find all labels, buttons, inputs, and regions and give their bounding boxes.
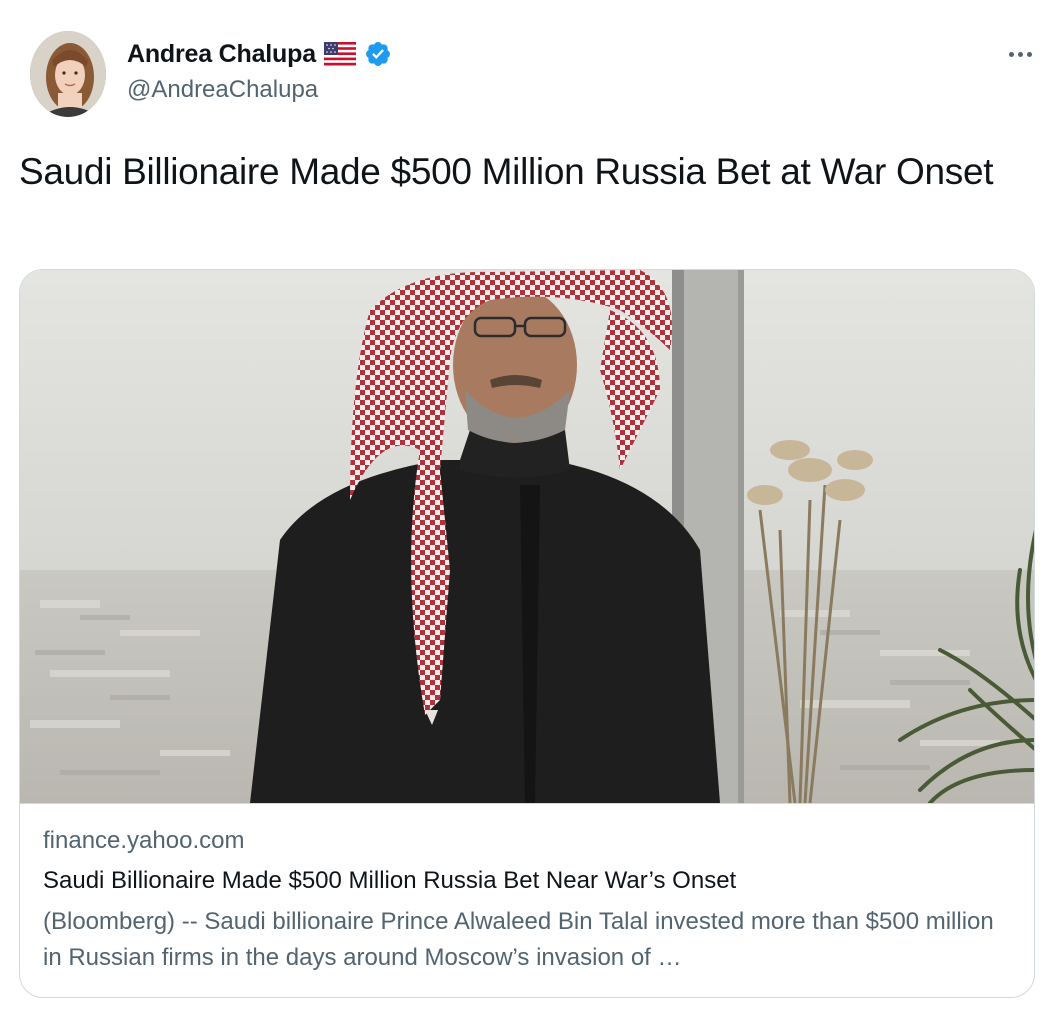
card-divider <box>20 803 1034 804</box>
link-preview-card[interactable]: finance.yahoo.com Saudi Billionaire Made… <box>19 269 1035 998</box>
card-description: (Bloomberg) -- Saudi billionaire Prince … <box>43 908 994 971</box>
author-handle[interactable]: @AndreaChalupa <box>127 76 318 104</box>
tweet: Andrea Chalupa @AndreaChalupa Saudi Bill… <box>0 0 1054 1022</box>
more-dot <box>1026 51 1032 57</box>
us-flag-icon <box>323 41 357 67</box>
verified-badge-icon[interactable] <box>364 40 392 68</box>
tweet-text: Saudi Billionaire Made $500 Million Russ… <box>19 151 994 192</box>
more-dot <box>1008 51 1014 57</box>
avatar-image <box>30 31 106 117</box>
card-domain[interactable]: finance.yahoo.com <box>43 827 244 855</box>
avatar[interactable] <box>30 31 106 117</box>
card-image[interactable] <box>20 270 1034 803</box>
more-options-icon[interactable] <box>1002 42 1038 66</box>
author-name-row: Andrea Chalupa <box>127 38 392 70</box>
author-display-name[interactable]: Andrea Chalupa <box>127 40 316 69</box>
card-title[interactable]: Saudi Billionaire Made $500 Million Russ… <box>43 867 736 895</box>
more-dot <box>1017 51 1023 57</box>
